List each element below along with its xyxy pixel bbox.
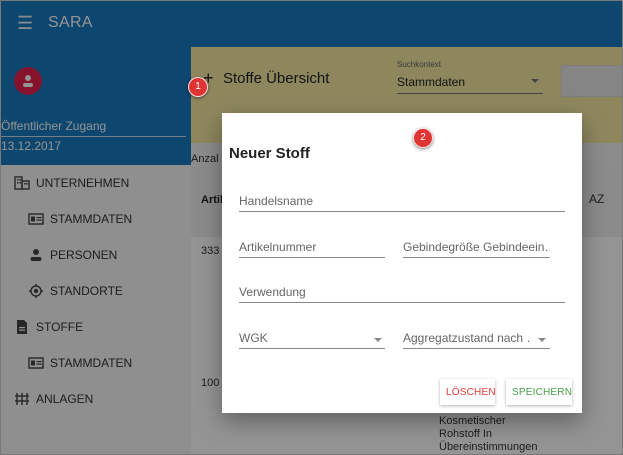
gebindegroesse-placeholder: Gebindegröße Gebindeein…: [403, 240, 550, 254]
artikelnummer-field[interactable]: Artikelnummer: [239, 240, 385, 260]
handelsname-field[interactable]: Handelsname: [239, 194, 565, 214]
chevron-down-icon: [538, 338, 546, 342]
field-underline: [239, 257, 385, 258]
save-button[interactable]: SPEICHERN: [506, 379, 572, 405]
field-underline: [403, 348, 550, 349]
verwendung-field[interactable]: Verwendung: [239, 285, 565, 305]
wgk-select[interactable]: WGK: [239, 331, 385, 351]
delete-button[interactable]: LÖSCHEN: [440, 379, 496, 405]
field-underline: [239, 211, 565, 212]
handelsname-placeholder: Handelsname: [239, 194, 314, 208]
gebindegroesse-field[interactable]: Gebindegröße Gebindeein…: [403, 240, 550, 260]
dialog-title: Neuer Stoff: [229, 145, 310, 162]
field-underline: [239, 302, 565, 303]
chevron-down-icon: [374, 338, 382, 342]
field-underline: [403, 257, 550, 258]
step-marker: 1: [188, 77, 208, 97]
aggregatzustand-select[interactable]: Aggregatzustand nach …: [403, 331, 550, 351]
new-substance-dialog: Neuer Stoff Handelsname Artikelnummer Ge…: [222, 113, 582, 413]
step-marker: 2: [413, 128, 433, 148]
wgk-placeholder: WGK: [239, 331, 268, 345]
aggregatzustand-placeholder: Aggregatzustand nach …: [403, 331, 531, 345]
field-underline: [239, 348, 385, 349]
verwendung-placeholder: Verwendung: [239, 285, 306, 299]
artikelnummer-placeholder: Artikelnummer: [239, 240, 317, 254]
